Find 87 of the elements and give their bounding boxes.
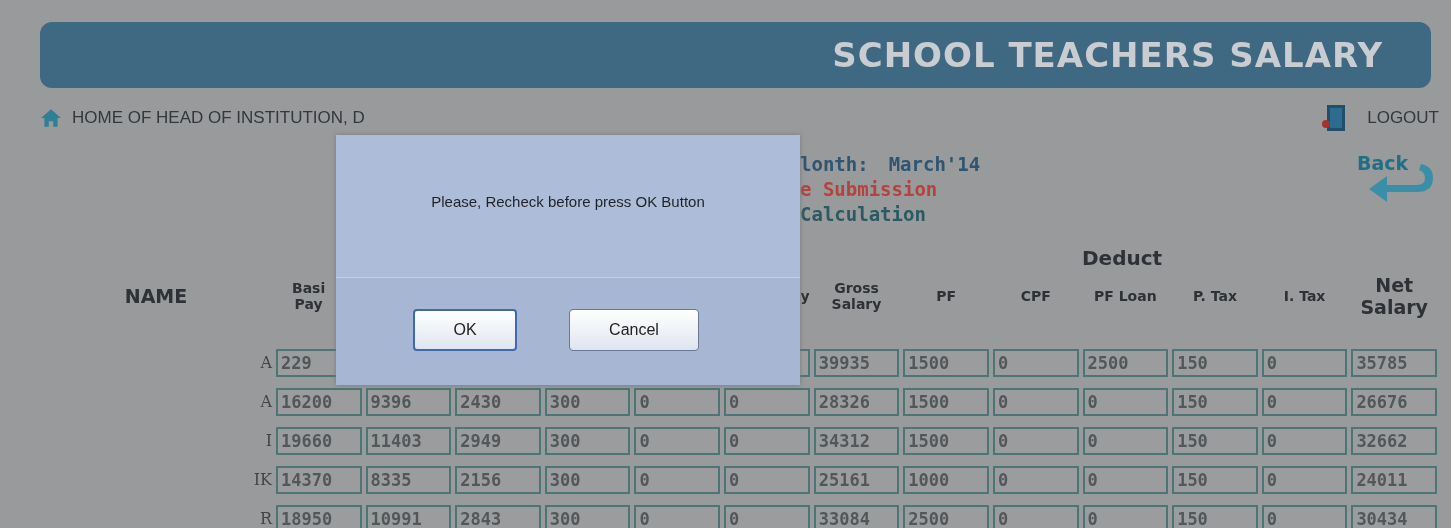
amount-field[interactable]: 0 [634,466,721,494]
amount-field[interactable]: 18950 [276,505,362,528]
amount-field[interactable]: 10991 [365,505,452,528]
teacher-name: IK [253,469,272,489]
amount-field[interactable]: 0 [1261,505,1348,528]
amount-field[interactable]: 1500 [903,388,989,416]
amount-field[interactable]: 150 [1172,388,1258,416]
amount-field[interactable]: 0 [634,427,721,455]
amount-field[interactable]: 14370 [276,466,362,494]
column-header: CPF [1020,288,1051,304]
info-label: lonth: [800,152,869,177]
amount-field[interactable]: 300 [544,427,631,455]
amount-field[interactable]: 1000 [903,466,989,494]
amount-field[interactable]: 0 [724,505,810,528]
ok-button[interactable]: OK [413,308,517,351]
amount-field[interactable]: 1500 [903,427,989,455]
column-header: NAME [124,285,188,307]
amount-field[interactable]: 0 [1082,388,1169,416]
amount-field[interactable]: 26676 [1351,388,1437,416]
amount-field[interactable]: 16200 [276,388,362,416]
amount-field[interactable]: 34312 [813,427,900,455]
teacher-name: A [260,352,272,372]
amount-field[interactable]: 35785 [1351,349,1437,377]
amount-field[interactable]: 0 [1261,427,1348,455]
amount-field[interactable]: 150 [1172,427,1258,455]
amount-field[interactable]: 0 [634,388,721,416]
amount-field[interactable]: 0 [1082,505,1169,528]
amount-field[interactable]: 39935 [813,349,900,377]
amount-field[interactable]: 2949 [455,427,541,455]
amount-field[interactable]: 1500 [903,349,989,377]
info-label: e Submission [800,177,938,202]
amount-field[interactable]: 0 [724,388,810,416]
teacher-name: A [260,391,272,411]
column-header: I. Tax [1283,288,1326,304]
amount-field[interactable]: 0 [992,505,1079,528]
amount-field[interactable]: 11403 [365,427,452,455]
column-header: PF Loan [1094,288,1157,304]
amount-field[interactable]: 30434 [1351,505,1437,528]
amount-field[interactable]: 0 [1261,388,1348,416]
amount-field[interactable]: 2500 [903,505,989,528]
column-header: PF [936,288,956,304]
dialog-message: Please, Recheck before press OK Button [431,192,705,210]
teacher-name: I [265,430,272,450]
amount-field[interactable]: 0 [724,427,810,455]
amount-field[interactable]: 150 [1172,505,1258,528]
column-header: y [800,288,810,304]
amount-field[interactable]: 0 [1261,466,1348,494]
amount-field[interactable]: 25161 [813,466,900,494]
amount-field[interactable]: 0 [1082,466,1169,494]
logout-link[interactable]: LOGOUT [1367,108,1439,128]
amount-field[interactable]: 8335 [365,466,452,494]
cancel-button[interactable]: Cancel [569,308,699,351]
amount-field[interactable]: 2156 [455,466,541,494]
home-link[interactable]: HOME OF HEAD OF INSTITUTION, D [72,108,365,128]
info-label: Calculation [800,202,926,227]
amount-field[interactable]: 0 [992,466,1079,494]
amount-field[interactable]: 28326 [813,388,900,416]
amount-field[interactable]: 33084 [813,505,900,528]
amount-field[interactable]: 150 [1172,466,1258,494]
amount-field[interactable]: 150 [1172,349,1258,377]
amount-field[interactable]: 300 [544,505,631,528]
amount-field[interactable]: 0 [992,349,1079,377]
teacher-name: R [259,508,272,528]
column-header: Gross Salary [831,280,882,312]
amount-field[interactable]: 2430 [455,388,541,416]
amount-field[interactable]: 0 [992,427,1079,455]
amount-field[interactable]: 300 [544,466,631,494]
amount-field[interactable]: 0 [634,505,721,528]
amount-field[interactable]: 0 [1261,349,1348,377]
amount-field[interactable]: 2500 [1082,349,1169,377]
amount-field[interactable]: 2843 [455,505,541,528]
home-icon[interactable] [40,107,62,129]
amount-field[interactable]: 32662 [1351,427,1437,455]
group-header: Deduct [1082,246,1163,270]
back-button[interactable]: Back [1347,152,1439,212]
amount-field[interactable]: 0 [724,466,810,494]
page-title: SCHOOL TEACHERS SALARY [832,35,1383,75]
amount-field[interactable]: 24011 [1351,466,1437,494]
amount-field[interactable]: 0 [992,388,1079,416]
amount-field[interactable]: 9396 [365,388,452,416]
column-header: Basi Pay [292,280,326,312]
column-header: Net Salary [1360,274,1428,318]
amount-field[interactable]: 19660 [276,427,362,455]
amount-field[interactable]: 300 [544,388,631,416]
column-header: P. Tax [1192,288,1237,304]
amount-field[interactable]: 0 [1082,427,1169,455]
month-value: March'14 [888,152,981,177]
